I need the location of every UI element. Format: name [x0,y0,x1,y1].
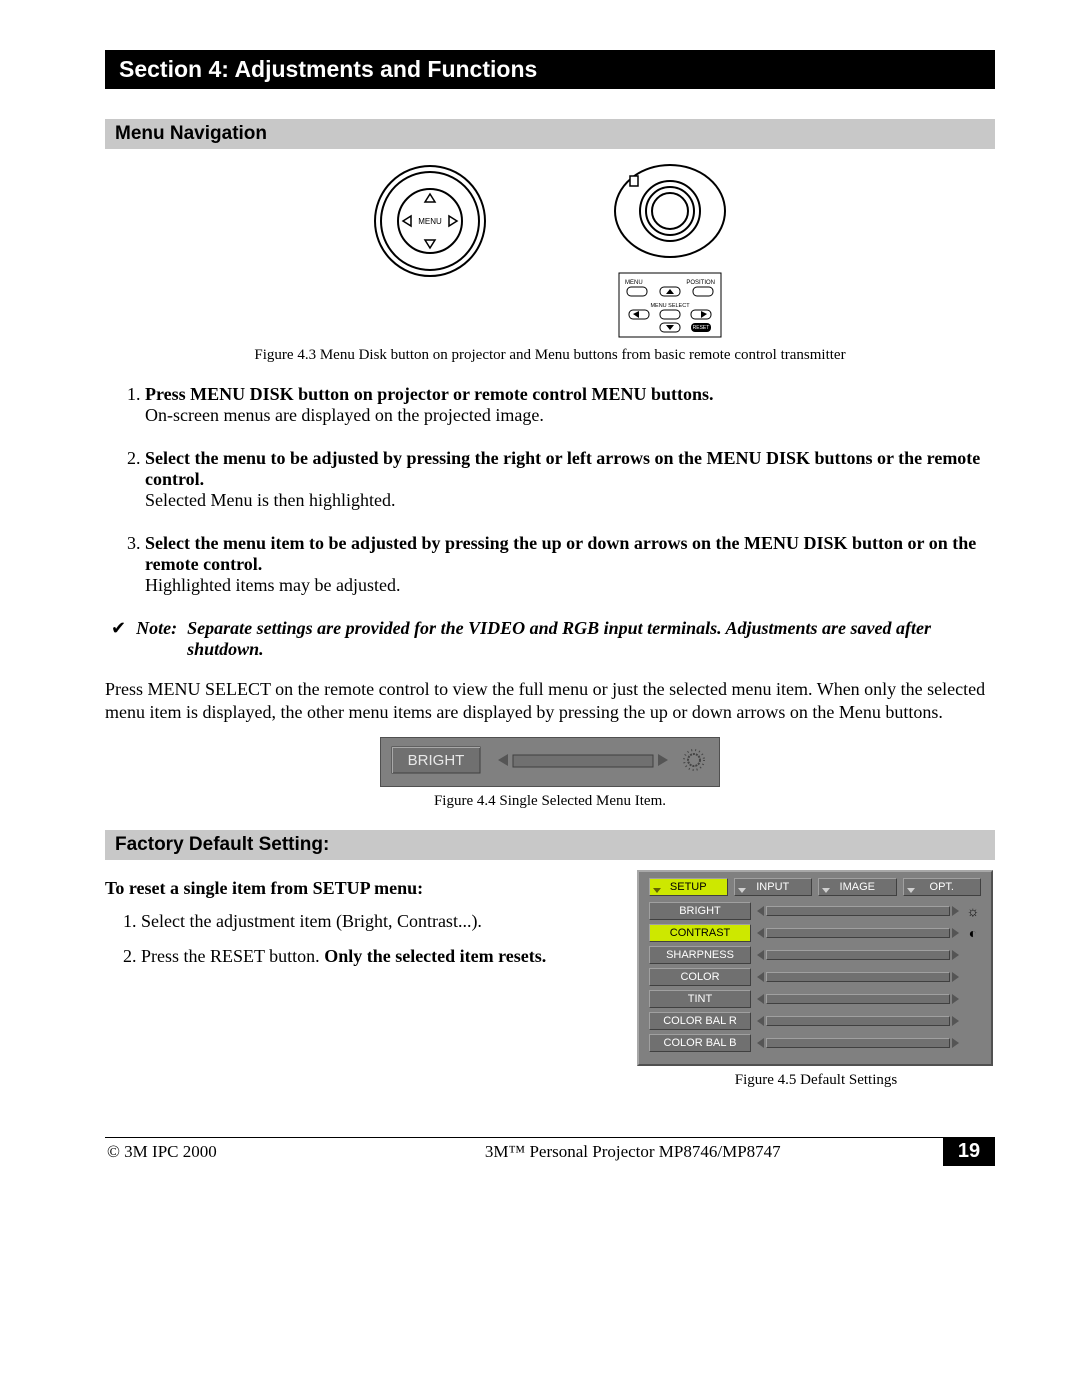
setup-row[interactable]: COLOR BAL B [649,1034,981,1052]
arrow-left-icon[interactable] [757,906,764,916]
blank-icon [965,969,981,985]
contrast-icon: ◐ [965,925,981,941]
page-number: 19 [943,1138,995,1166]
figure-4-3-caption: Figure 4.3 Menu Disk button on projector… [105,347,995,364]
slider[interactable] [757,928,959,938]
remote-buttons-icon: MENU POSITION MENU SELECT RESET [617,271,723,341]
subhead-menu-navigation: Menu Navigation [105,119,995,149]
arrow-right-icon[interactable] [952,972,959,982]
slider-bar[interactable] [766,994,950,1004]
blank-icon [965,947,981,963]
blank-icon [965,1013,981,1029]
svg-text:POSITION: POSITION [686,280,715,286]
setup-row[interactable]: COLOR [649,968,981,986]
menu-disk-label: MENU [418,217,442,226]
reset-step-2: Press the RESET button. Only the selecte… [141,946,607,967]
slider-bar[interactable] [766,972,950,982]
figure-4-4-caption: Figure 4.4 Single Selected Menu Item. [105,793,995,810]
slider[interactable] [757,1016,959,1026]
tab-image[interactable]: IMAGE [818,878,897,896]
diagram-row: MENU MENU POSITION MENU SELECT [105,161,995,341]
footer-product: 3M™ Personal Projector MP8746/MP8747 [323,1138,943,1166]
svg-text:RESET: RESET [693,325,710,331]
slider-bar[interactable] [766,928,950,938]
step-2: Select the menu to be adjusted by pressi… [145,448,995,511]
reset-step-1: Select the adjustment item (Bright, Cont… [141,911,607,932]
arrow-left-icon[interactable] [757,1038,764,1048]
sun-icon: ☼ [965,903,981,919]
arrow-left-icon[interactable] [757,928,764,938]
tab-opt[interactable]: OPT. [903,878,982,896]
blank-icon [965,991,981,1007]
note: ✔ Note: Separate settings are provided f… [105,618,995,660]
arrow-left-icon[interactable] [757,972,764,982]
setup-row[interactable]: COLOR BAL R [649,1012,981,1030]
setup-row[interactable]: TINT [649,990,981,1008]
menu-select-paragraph: Press MENU SELECT on the remote control … [105,678,995,725]
tab-input[interactable]: INPUT [734,878,813,896]
figure-4-4-image: BRIGHT [105,737,995,787]
setup-item-label: COLOR [649,968,751,986]
arrow-left-icon[interactable] [757,950,764,960]
setup-item-label: CONTRAST [649,924,751,942]
step-1: Press MENU DISK button on projector or r… [145,384,995,426]
setup-item-label: COLOR BAL B [649,1034,751,1052]
slider[interactable] [757,1038,959,1048]
setup-row[interactable]: BRIGHT ☼ [649,902,981,920]
arrow-right-icon[interactable] [952,994,959,1004]
slider[interactable] [757,950,959,960]
remote-dial-icon [610,161,730,261]
setup-item-label: TINT [649,990,751,1008]
svg-text:BRIGHT: BRIGHT [408,752,465,769]
slider-bar[interactable] [766,950,950,960]
arrow-left-icon[interactable] [757,994,764,1004]
slider-bar[interactable] [766,1016,950,1026]
setup-tabs: SETUP INPUT IMAGE OPT. [649,878,981,896]
figure-4-5-caption: Figure 4.5 Default Settings [637,1072,995,1089]
arrow-right-icon[interactable] [952,1016,959,1026]
footer-copyright: © 3M IPC 2000 [105,1138,323,1166]
setup-row[interactable]: SHARPNESS [649,946,981,964]
section-title: Section 4: Adjustments and Functions [105,50,995,89]
setup-item-label: COLOR BAL R [649,1012,751,1030]
arrow-right-icon[interactable] [952,950,959,960]
menu-disk-icon: MENU [370,161,490,281]
navigation-steps: Press MENU DISK button on projector or r… [105,384,995,596]
step-3: Select the menu item to be adjusted by p… [145,533,995,596]
reset-steps: Select the adjustment item (Bright, Cont… [105,911,607,967]
svg-text:MENU SELECT: MENU SELECT [650,303,690,309]
slider-bar[interactable] [766,906,950,916]
arrow-left-icon[interactable] [757,1016,764,1026]
slider[interactable] [757,994,959,1004]
slider[interactable] [757,972,959,982]
reset-heading: To reset a single item from SETUP menu: [105,878,607,899]
svg-text:MENU: MENU [625,280,643,286]
setup-item-label: SHARPNESS [649,946,751,964]
slider[interactable] [757,906,959,916]
subhead-factory-default: Factory Default Setting: [105,830,995,860]
arrow-right-icon[interactable] [952,1038,959,1048]
footer: © 3M IPC 2000 3M™ Personal Projector MP8… [105,1137,995,1166]
check-icon: ✔ [111,618,126,660]
setup-item-label: BRIGHT [649,902,751,920]
arrow-right-icon[interactable] [952,928,959,938]
tab-setup[interactable]: SETUP [649,878,728,896]
setup-menu-panel: SETUP INPUT IMAGE OPT. BRIGHT ☼ CONTRAST ◐ S… [637,870,993,1066]
blank-icon [965,1035,981,1051]
slider-bar[interactable] [766,1038,950,1048]
setup-row[interactable]: CONTRAST ◐ [649,924,981,942]
arrow-right-icon[interactable] [952,906,959,916]
